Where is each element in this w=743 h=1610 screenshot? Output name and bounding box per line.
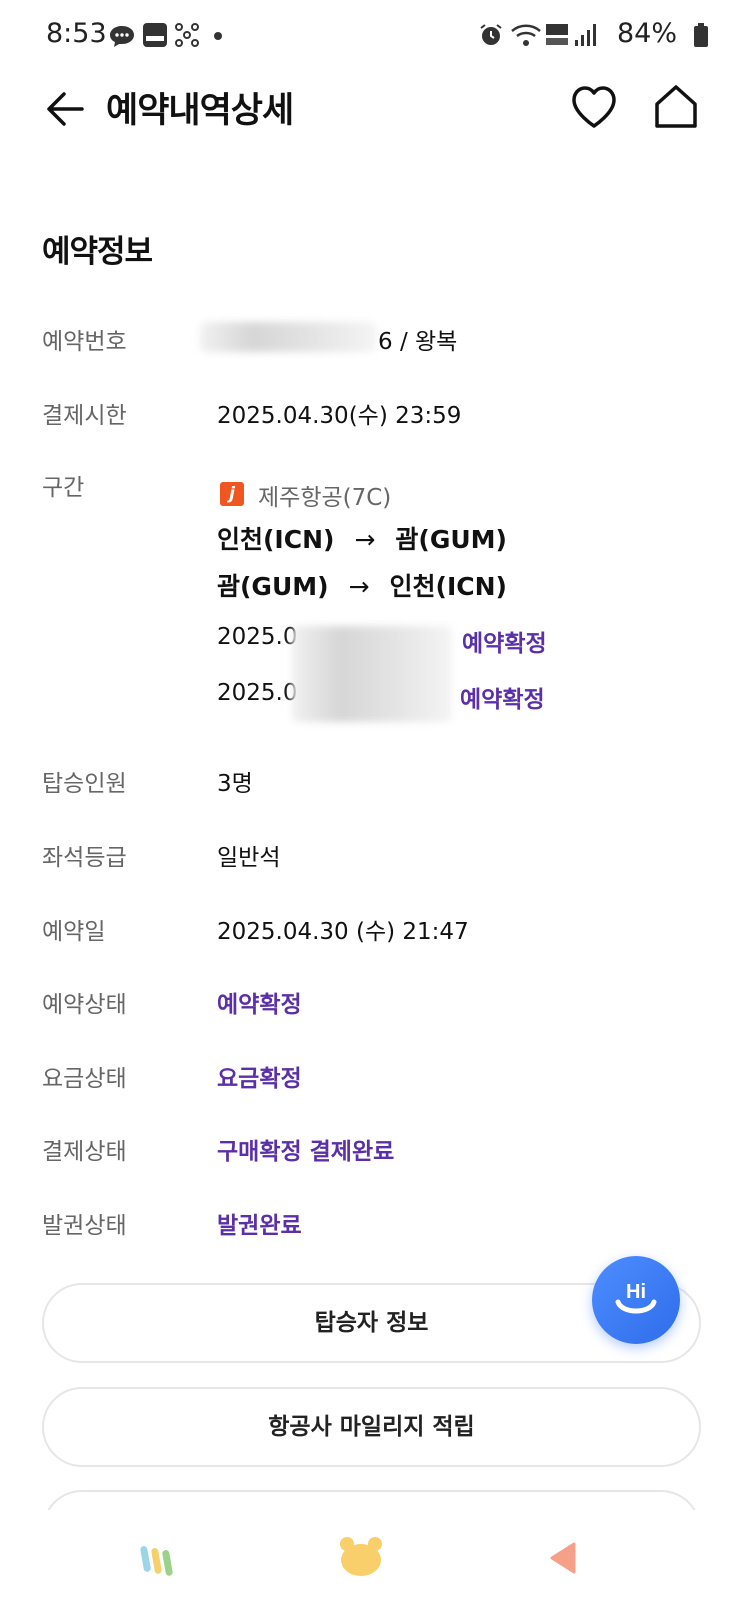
heart-icon[interactable] xyxy=(570,84,618,132)
airline-logo-icon: j xyxy=(220,482,244,506)
segment-label: 구간 xyxy=(42,475,85,501)
app-header: 예약내역상세 xyxy=(0,72,743,148)
booking-status-value: 예약확정 xyxy=(217,992,302,1018)
booking-date-value: 2025.04.30 (수) 21:47 xyxy=(217,919,469,945)
booking-date-label: 예약일 xyxy=(42,919,106,945)
battery-percent: 84% xyxy=(617,18,678,49)
redacted-flight-dates xyxy=(292,626,452,722)
booking-number-value: 6 / 왕복 xyxy=(378,329,458,355)
airline-mileage-button[interactable]: 항공사 마일리지 적립 xyxy=(42,1387,701,1467)
booking-status-label: 예약상태 xyxy=(42,992,127,1018)
payment-deadline-label: 결제시한 xyxy=(42,403,127,429)
flight-date-1: 2025.0 xyxy=(217,624,298,650)
seat-class-label: 좌석등급 xyxy=(42,845,127,871)
route-from: 괌(GUM) xyxy=(217,572,329,601)
status-bar: 8:53 84% xyxy=(0,0,743,72)
dot-icon xyxy=(214,32,222,40)
flight-status-1: 예약확정 xyxy=(462,631,547,657)
payment-status-label: 결제상태 xyxy=(42,1139,127,1165)
ticket-status-value: 발권완료 xyxy=(217,1213,302,1239)
bear-home-icon[interactable] xyxy=(338,1534,384,1578)
network-icon xyxy=(175,23,199,47)
hi-hand-icon: Hi xyxy=(615,1281,657,1314)
signal-icon xyxy=(575,24,596,46)
route-return: 괌(GUM) → 인천(ICN) xyxy=(217,567,507,603)
payment-status-value: 구매확정 결제완료 xyxy=(217,1139,395,1165)
redacted-booking-number xyxy=(200,322,376,352)
battery-icon xyxy=(694,23,708,47)
airline-name: 제주항공(7C) xyxy=(258,485,392,511)
section-title: 예약정보 xyxy=(42,234,153,270)
flight-date-2: 2025.0 xyxy=(217,680,298,706)
route-outbound: 인천(ICN) → 괌(GUM) xyxy=(217,520,507,556)
back-arrow-icon[interactable] xyxy=(42,86,88,132)
bottom-navigation xyxy=(0,1510,743,1610)
route-to: 인천(ICN) xyxy=(389,572,507,601)
fare-status-label: 요금상태 xyxy=(42,1066,127,1092)
booking-number-label: 예약번호 xyxy=(42,329,127,355)
alarm-icon xyxy=(480,24,502,45)
route-from: 인천(ICN) xyxy=(217,525,335,554)
payment-deadline-value: 2025.04.30(수) 23:59 xyxy=(217,403,462,429)
wifi-icon xyxy=(511,24,541,46)
menu-bars-icon[interactable] xyxy=(140,1540,184,1580)
status-time: 8:53 xyxy=(46,18,107,49)
fab-label: Hi xyxy=(626,1281,646,1303)
passengers-value: 3명 xyxy=(217,771,253,797)
home-icon[interactable] xyxy=(652,82,700,130)
fare-status-value: 요금확정 xyxy=(217,1066,302,1092)
ticket-status-label: 발권상태 xyxy=(42,1213,127,1239)
hd-voice-icon xyxy=(546,24,568,45)
chat-icon xyxy=(110,26,134,47)
flight-status-2: 예약확정 xyxy=(460,687,545,713)
route-arrow-icon: → xyxy=(348,572,370,601)
route-arrow-icon: → xyxy=(354,525,376,554)
m-global-icon xyxy=(143,23,167,47)
play-triangle-icon[interactable] xyxy=(548,1540,578,1576)
seat-class-value: 일반석 xyxy=(217,845,281,871)
route-to: 괌(GUM) xyxy=(395,525,507,554)
passengers-label: 탑승인원 xyxy=(42,771,127,797)
page-title: 예약내역상세 xyxy=(106,91,294,131)
hi-chatbot-button[interactable]: Hi xyxy=(592,1256,680,1344)
